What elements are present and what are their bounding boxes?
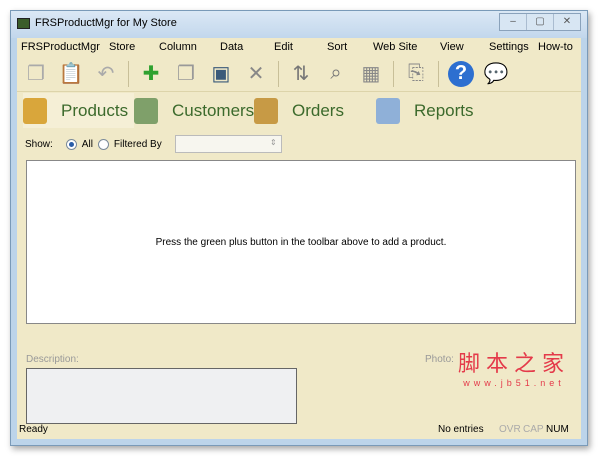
menu-sort[interactable]: Sort [323,38,347,56]
radio-all-label: All [81,138,93,150]
sort-az-icon[interactable]: ⇅ [288,61,314,87]
radio-filtered[interactable] [97,138,109,150]
title-bar: FRSProductMgr for My Store – ▢ ✕ [11,11,587,38]
close-button[interactable]: ✕ [554,14,580,30]
tab-customers[interactable]: Customers [134,93,254,128]
status-cap: CAP [523,424,544,435]
help-icon[interactable]: ? [448,60,474,87]
filter-row: Show: All Filtered By [25,135,282,153]
radio-all[interactable] [65,138,77,150]
app-icon [17,18,30,29]
minimize-button[interactable]: – [500,14,527,30]
status-ready: Ready [19,424,48,435]
tab-products[interactable]: Products [23,93,135,128]
status-entries: No entries [438,424,484,435]
status-num: NUM [546,424,569,435]
products-grid[interactable]: Press the green plus button in the toolb… [26,160,576,324]
photo-label: Photo: [425,354,454,365]
watermark: 脚本之家 www.jb51.net [457,352,570,388]
tab-label: Customers [172,100,255,120]
paste-icon[interactable]: 📋 [58,61,84,87]
empty-message: Press the green plus button in the toolb… [155,236,447,248]
tab-label: Products [61,100,129,120]
duplicate-icon[interactable]: ❐ [173,61,199,87]
show-label: Show: [25,138,53,150]
menu-edit[interactable]: Edit [270,38,293,56]
toolbar: ❐ 📋 ↶ ✚ ❐ ▣ ✕ ⇅ ⌕ ▦ ⎘? 💬 [17,56,581,92]
delete-icon[interactable]: ✕ [243,61,269,87]
toolbar-separator [278,60,279,87]
copy-icon[interactable]: ❐ [23,61,49,87]
tab-label: Reports [414,100,474,120]
toolbar-separator [438,60,439,87]
description-field[interactable] [26,368,297,424]
menu-web-site[interactable]: Web Site [369,38,417,56]
products-icon [23,97,47,124]
toolbar-separator [393,60,394,87]
add-product-icon[interactable]: ✚ [138,61,164,87]
customers-icon [134,97,158,124]
radio-filtered-label: Filtered By [113,138,162,150]
tab-orders[interactable]: Orders [254,93,344,128]
status-ovr: OVR [499,424,521,435]
tab-reports[interactable]: Reports [376,93,474,128]
menu-column[interactable]: Column [155,38,197,56]
add-photo-icon[interactable]: ▣ [208,61,234,87]
toolbar-separator [128,60,129,87]
tab-label: Orders [292,100,344,120]
export-icon[interactable]: ⎘ [403,61,429,87]
filter-select[interactable] [174,135,282,153]
status-bar: Ready No entries OVR CAP NUM [17,423,581,437]
maximize-button[interactable]: ▢ [527,14,554,30]
orders-icon [254,97,278,124]
feedback-icon[interactable]: 💬 [483,61,509,87]
menu-data[interactable]: Data [216,38,243,56]
reports-icon [376,97,400,124]
menu-store[interactable]: Store [105,38,135,56]
photo-search-icon[interactable]: ▦ [358,61,384,87]
menu-how-to[interactable]: How-to [534,38,573,56]
menu-view[interactable]: View [436,38,464,56]
menu-frsproductmgr[interactable]: FRSProductMgr [17,38,100,56]
description-label: Description: [26,354,79,365]
find-icon[interactable]: ⌕ [323,61,349,87]
window-title: FRSProductMgr for My Store [35,17,177,29]
menu-bar: FRSProductMgr Store Column Data Edit Sort Web … [17,38,581,56]
undo-icon[interactable]: ↶ [93,61,119,87]
tab-bar: Products Customers Orders Reports [17,93,581,128]
menu-settings[interactable]: Settings [485,38,529,56]
